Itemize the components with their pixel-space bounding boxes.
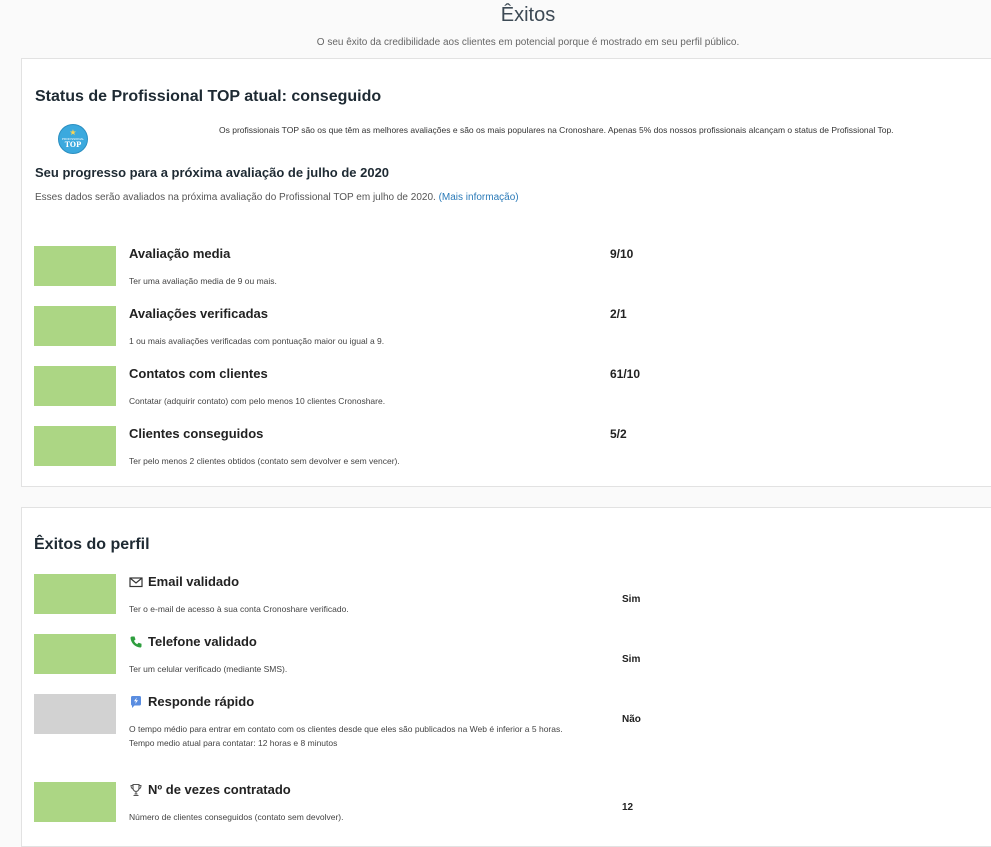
criteria-description: Contatar (adquirir contato) com pelo men…	[129, 396, 386, 406]
criteria-title: Clientes conseguidos	[129, 426, 264, 441]
criteria-title: Contatos com clientes	[129, 366, 268, 381]
criteria-value: 9/10	[610, 247, 634, 261]
criteria-value: 61/10	[610, 367, 641, 381]
profile-item-value: Sim	[622, 654, 641, 665]
status-swatch	[34, 306, 116, 346]
top-description: Os profissionais TOP são os que têm as m…	[219, 125, 894, 135]
profile-item-description: Ter o e-mail de acesso à sua conta Crono…	[129, 604, 349, 614]
profile-card: Êxitos do perfil Email validado Ter o e-…	[21, 507, 991, 847]
profile-heading: Êxitos do perfil	[34, 536, 150, 553]
status-swatch	[34, 782, 116, 822]
profile-item-title: Responde rápido	[129, 694, 254, 709]
status-card: Status de Profissional TOP atual: conseg…	[21, 58, 991, 487]
profile-item-title: Telefone validado	[129, 634, 257, 649]
criteria-description: 1 ou mais avaliações verificadas com pon…	[129, 336, 385, 346]
criteria-description: Ter uma avaliação media de 9 ou mais.	[129, 276, 277, 286]
status-swatch	[34, 426, 116, 466]
status-swatch	[34, 694, 116, 734]
trophy-icon	[130, 783, 142, 796]
badge-big-text: TOP	[64, 140, 82, 149]
star-icon: ★	[69, 128, 77, 137]
progress-heading: Seu progresso para a próxima avaliação d…	[35, 165, 390, 180]
status-swatch	[34, 634, 116, 674]
criteria-title: Avaliações verificadas	[129, 306, 268, 321]
criteria-value: 5/2	[610, 427, 627, 441]
progress-description-text: Esses dados serão avaliados na próxima a…	[35, 192, 436, 203]
profile-item-current-time: Tempo medio atual para contatar: 12 hora…	[129, 738, 338, 748]
profile-item-title: Email validado	[129, 574, 239, 589]
profile-item-description-text: O tempo médio para entrar em contato com…	[129, 724, 563, 734]
phone-icon	[130, 636, 142, 648]
status-swatch	[34, 574, 116, 614]
page-title: Êxitos	[500, 4, 556, 26]
profile-item-description: O tempo médio para entrar em contato com…	[129, 722, 599, 750]
criteria-description: Ter pelo menos 2 clientes obtidos (conta…	[129, 456, 400, 466]
profile-item-value: Sim	[622, 594, 641, 605]
top-badge-icon: ★ PROFISSIONAL TOP	[58, 124, 88, 154]
criteria-value: 2/1	[610, 307, 627, 321]
lightning-icon	[131, 695, 141, 708]
status-swatch	[34, 366, 116, 406]
envelope-icon	[129, 576, 143, 587]
profile-item-description: Ter um celular verificado (mediante SMS)…	[129, 664, 288, 674]
more-info-link[interactable]: (Mais informação)	[439, 192, 519, 203]
profile-item-description: Número de clientes conseguidos (contato …	[129, 812, 344, 822]
status-swatch	[34, 246, 116, 286]
criteria-title: Avaliação media	[129, 246, 231, 261]
profile-item-value: 12	[622, 802, 634, 813]
status-heading: Status de Profissional TOP atual: conseg…	[35, 88, 382, 105]
progress-description: Esses dados serão avaliados na próxima a…	[35, 192, 519, 203]
page-subtitle: O seu êxito da credibilidade aos cliente…	[316, 37, 740, 48]
profile-item-value: Não	[622, 714, 641, 725]
profile-item-title: Nº de vezes contratado	[129, 782, 291, 797]
